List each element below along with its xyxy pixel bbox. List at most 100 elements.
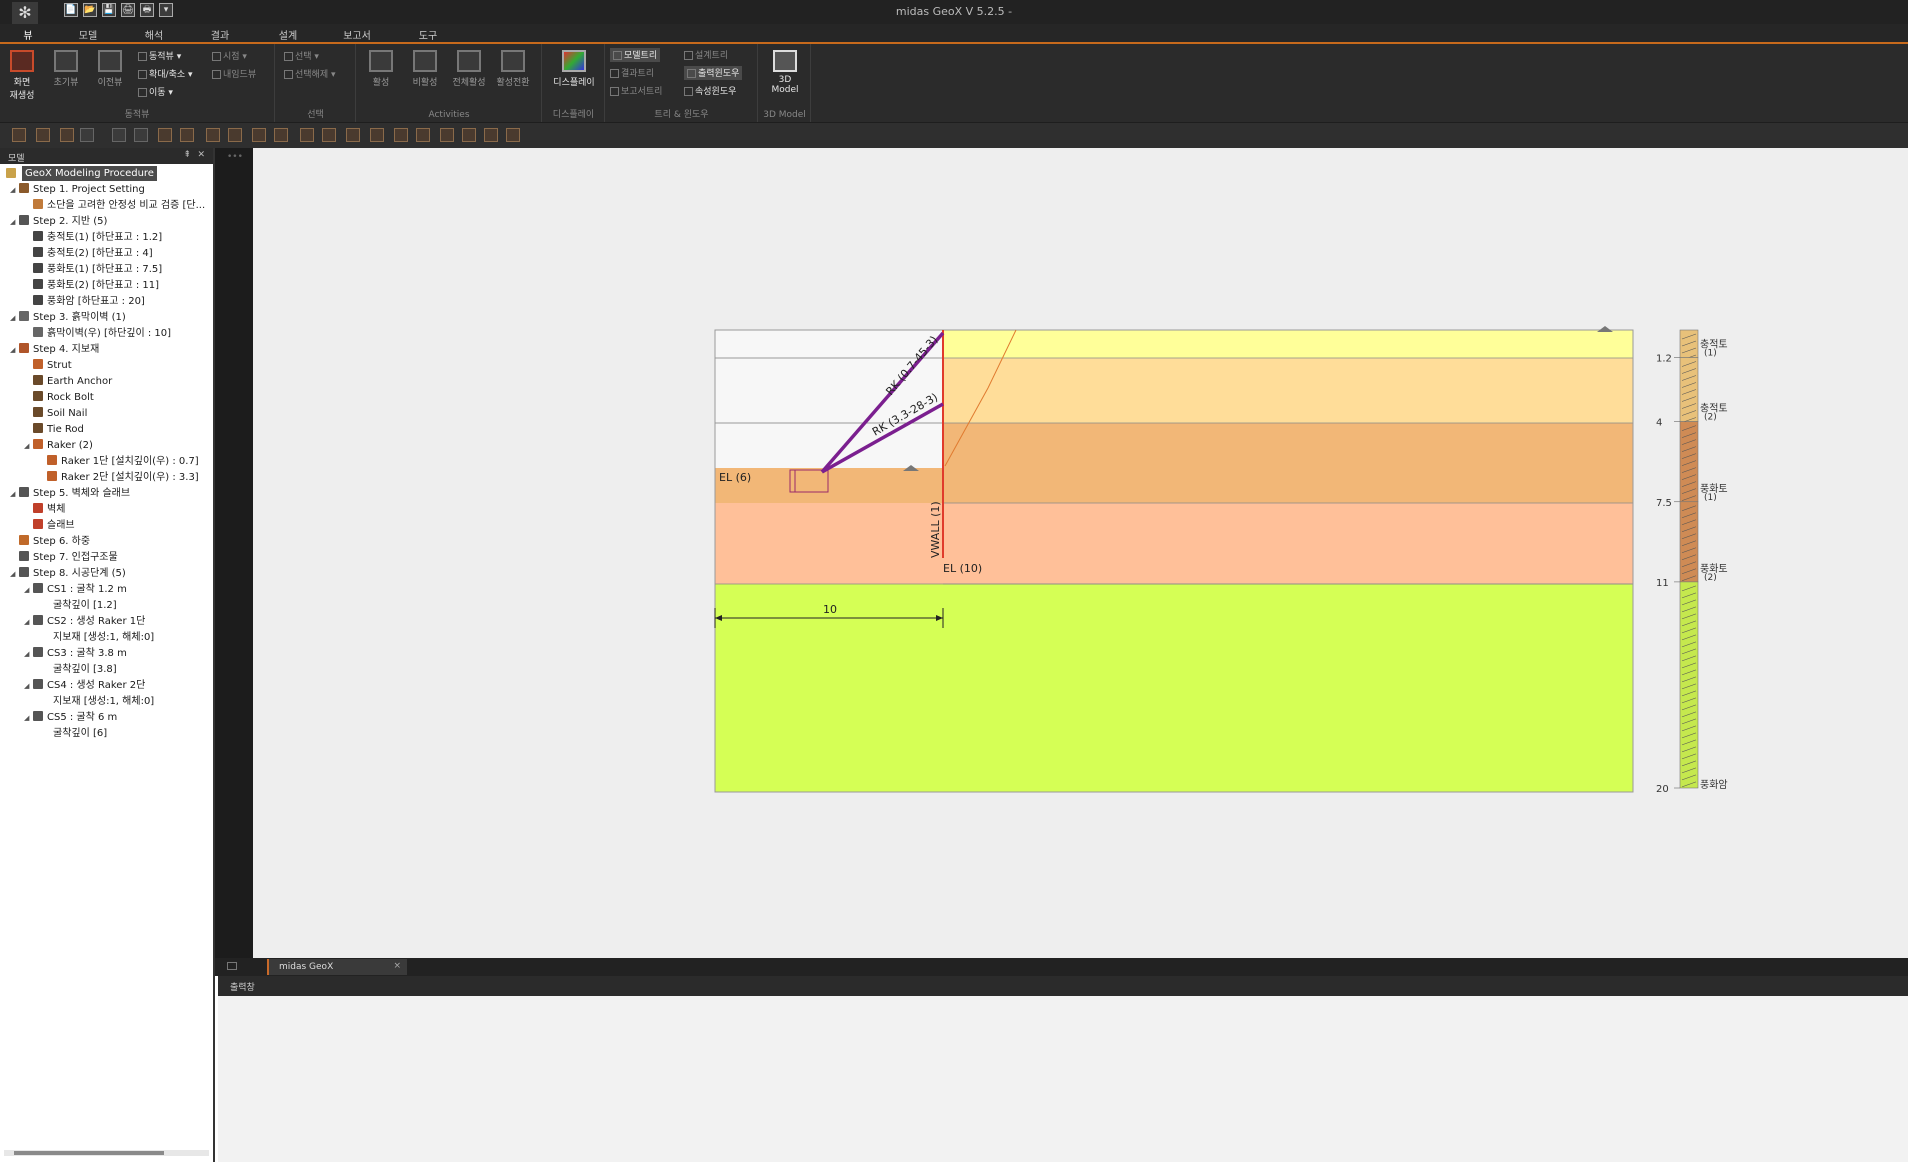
select-button[interactable]: 선택 ▾ xyxy=(284,49,319,63)
tree-item[interactable]: ◢ CS5 : 굴착 6 m xyxy=(24,710,117,725)
toolbar-tool-icon[interactable] xyxy=(370,128,384,142)
activate-button[interactable]: 활성 xyxy=(361,50,401,102)
result-tree-button[interactable]: 결과트리 xyxy=(610,66,654,80)
expand-toggle-icon[interactable]: ◢ xyxy=(10,311,19,326)
toggle-active-button[interactable]: 활성전환 xyxy=(493,50,533,102)
toolbar-tool-icon[interactable] xyxy=(462,128,476,142)
tree-item[interactable]: Tie Rod xyxy=(24,422,84,437)
tree-item[interactable]: Soil Nail xyxy=(24,406,87,421)
tree-item[interactable]: ◢ Step 3. 흙막이벽 (1) xyxy=(10,310,126,325)
tree-item[interactable]: ◢ CS1 : 굴착 1.2 m xyxy=(24,582,127,597)
tree-item[interactable]: Earth Anchor xyxy=(24,374,112,389)
zoom-button[interactable]: 확대/축소 ▾ xyxy=(138,67,193,81)
toolbar-tool-icon[interactable] xyxy=(394,128,408,142)
menu-item[interactable]: 설계 xyxy=(268,27,308,42)
property-window-button[interactable]: 속성윈도우 xyxy=(684,84,736,98)
tree-item[interactable]: 소단을 고려한 안정성 비교 검증 [단... xyxy=(24,198,205,213)
tree-root[interactable]: GeoX Modeling Procedure xyxy=(22,166,157,181)
toolbar-tool-icon[interactable] xyxy=(36,128,50,142)
tree-item[interactable]: ◢ CS2 : 생성 Raker 1단 xyxy=(24,614,145,629)
tree-item[interactable]: Rock Bolt xyxy=(24,390,94,405)
splitter-grip[interactable]: ••• xyxy=(227,152,243,162)
menu-item[interactable]: 뷰 xyxy=(8,27,48,42)
tree-item[interactable]: 굴착깊이 [3.8] xyxy=(38,662,117,677)
toolbar-tool-icon[interactable] xyxy=(228,128,242,142)
deactivate-button[interactable]: 비활성 xyxy=(405,50,445,102)
3d-model-button[interactable]: 3D Model xyxy=(765,50,805,102)
panel-splitter[interactable]: ••• xyxy=(215,148,253,958)
tree-item[interactable]: Raker 2단 [설치깊이(우) : 3.3] xyxy=(38,470,199,485)
tree-item[interactable]: 풍화토(2) [하단표고 : 11] xyxy=(24,278,159,293)
expand-toggle-icon[interactable]: ◢ xyxy=(10,215,19,230)
tree-item[interactable]: 충적토(2) [하단표고 : 4] xyxy=(24,246,153,261)
toolbar-tool-icon[interactable] xyxy=(12,128,26,142)
toolbar-tool-icon[interactable] xyxy=(440,128,454,142)
tree-item[interactable]: Step 7. 인접구조물 xyxy=(10,550,118,565)
tree-item[interactable]: ◢ Step 4. 지보재 xyxy=(10,342,99,357)
toolbar-tool-icon[interactable] xyxy=(60,128,74,142)
expand-toggle-icon[interactable]: ◢ xyxy=(24,439,33,454)
toolbar-tool-icon[interactable] xyxy=(180,128,194,142)
toolbar-tool-icon[interactable] xyxy=(80,128,94,142)
regenerate-button[interactable]: 화면 재생성 xyxy=(2,50,42,102)
model-view-canvas[interactable]: EL (6) EL (10) VWALL (1) RK (0.7-45-3) RK (3… xyxy=(253,148,1908,958)
tree-item[interactable]: ◢ Raker (2) xyxy=(24,438,93,453)
toolbar-tool-icon[interactable] xyxy=(252,128,266,142)
tree-item[interactable]: ◢ Step 8. 시공단계 (5) xyxy=(10,566,126,581)
expand-toggle-icon[interactable]: ◢ xyxy=(24,679,33,694)
toolbar-tool-icon[interactable] xyxy=(274,128,288,142)
close-icon[interactable]: × xyxy=(393,961,401,971)
tree-item[interactable]: 지보재 [생성:1, 해체:0] xyxy=(38,630,154,645)
report-tree-button[interactable]: 보고서트리 xyxy=(610,84,662,98)
toolbar-tool-icon[interactable] xyxy=(158,128,172,142)
design-tree-button[interactable]: 설계트리 xyxy=(684,48,728,62)
tree-item[interactable]: 흙막이벽(우) [하단깊이 : 10] xyxy=(24,326,171,341)
pan-button[interactable]: 이동 ▾ xyxy=(138,85,173,99)
toolbar-tool-icon[interactable] xyxy=(484,128,498,142)
menu-item[interactable]: 도구 xyxy=(408,27,448,42)
initial-view-button[interactable]: 초기뷰 xyxy=(46,50,86,102)
toolbar-tool-icon[interactable] xyxy=(416,128,430,142)
tree-item[interactable]: Strut xyxy=(24,358,72,373)
expand-toggle-icon[interactable]: ◢ xyxy=(24,583,33,598)
expand-toggle-icon[interactable]: ◢ xyxy=(10,487,19,502)
menu-item[interactable]: 해석 xyxy=(134,27,174,42)
dynamic-view-button[interactable]: 동적뷰 ▾ xyxy=(138,49,181,63)
tree-item[interactable]: ◢ Step 1. Project Setting xyxy=(10,182,145,197)
tree-item[interactable]: Step 6. 하중 xyxy=(10,534,90,549)
tree-item[interactable]: 풍화암 [하단표고 : 20] xyxy=(24,294,145,309)
document-tab-midas-geox[interactable]: midas GeoX × xyxy=(267,959,407,975)
tree-item[interactable]: 지보재 [생성:1, 해체:0] xyxy=(38,694,154,709)
horizontal-scrollbar[interactable] xyxy=(4,1150,209,1156)
pin-icon[interactable]: ⇞ xyxy=(183,150,191,160)
toolbar-tool-icon[interactable] xyxy=(346,128,360,142)
toolbar-tool-icon[interactable] xyxy=(322,128,336,142)
tree-item[interactable]: 굴착깊이 [1.2] xyxy=(38,598,117,613)
previous-view-button[interactable]: 이전뷰 xyxy=(90,50,130,102)
viewpoint-button[interactable]: 시점 ▾ xyxy=(212,49,247,63)
expand-toggle-icon[interactable]: ◢ xyxy=(10,183,19,198)
menu-item[interactable]: 보고서 xyxy=(337,27,377,42)
tree-item[interactable]: ◢ Step 2. 지반 (5) xyxy=(10,214,107,229)
tree-item[interactable]: 벽체 xyxy=(24,502,65,517)
tree-item[interactable]: 굴착깊이 [6] xyxy=(38,726,107,741)
menu-item[interactable]: 결과 xyxy=(200,27,240,42)
tree-item[interactable]: 풍화토(1) [하단표고 : 7.5] xyxy=(24,262,162,277)
expand-toggle-icon[interactable]: ◢ xyxy=(10,343,19,358)
toolbar-tool-icon[interactable] xyxy=(506,128,520,142)
activate-all-button[interactable]: 전체활성 xyxy=(449,50,489,102)
tree-item[interactable]: 충적토(1) [하단표고 : 1.2] xyxy=(24,230,162,245)
tree-item[interactable]: ◢ CS4 : 생성 Raker 2단 xyxy=(24,678,145,693)
named-view-button[interactable]: 내임드뷰 xyxy=(212,67,256,81)
expand-toggle-icon[interactable]: ◢ xyxy=(24,647,33,662)
tree-item[interactable]: ◢ Step 5. 벽체와 슬래브 xyxy=(10,486,130,501)
output-window-button[interactable]: 출력윈도우 xyxy=(684,66,743,80)
toolbar-tool-icon[interactable] xyxy=(112,128,126,142)
menu-item[interactable]: 모델 xyxy=(68,27,108,42)
model-tree-button[interactable]: 모델트리 xyxy=(610,48,661,62)
expand-toggle-icon[interactable]: ◢ xyxy=(24,615,33,630)
toolbar-tool-icon[interactable] xyxy=(300,128,314,142)
tree-item[interactable]: Raker 1단 [설치깊이(우) : 0.7] xyxy=(38,454,199,469)
tree-item[interactable]: ◢ CS3 : 굴착 3.8 m xyxy=(24,646,127,661)
toolbar-tool-icon[interactable] xyxy=(206,128,220,142)
